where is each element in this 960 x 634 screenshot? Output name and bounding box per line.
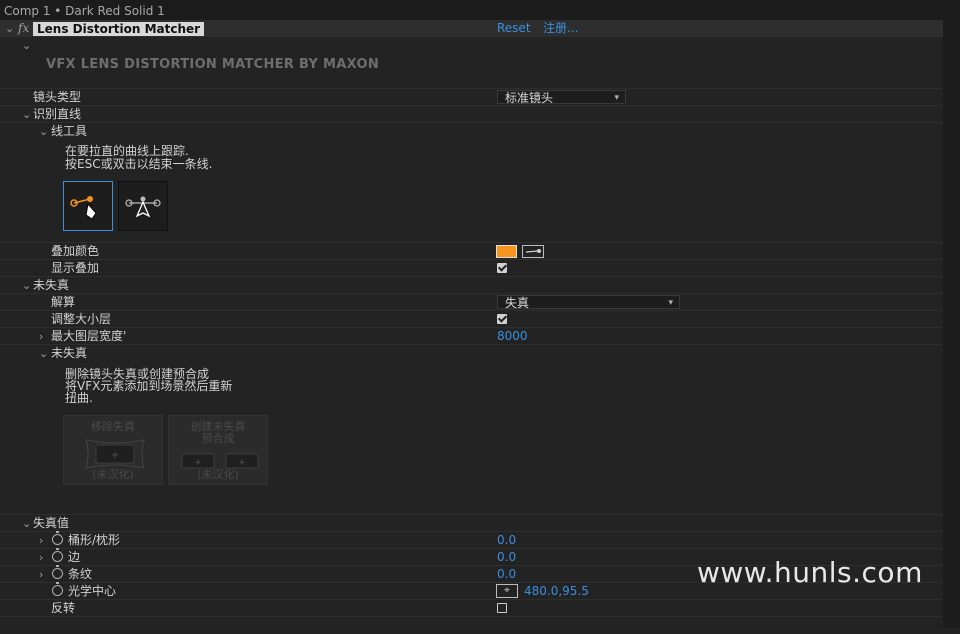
eyedropper-button[interactable] <box>522 245 544 258</box>
undistort-sub-label: 未失真 <box>51 346 88 360</box>
chevron-down-icon[interactable]: ⌄ <box>22 277 31 294</box>
scrollbar[interactable] <box>943 20 960 628</box>
chevron-down-icon[interactable]: ⌄ <box>39 345 48 362</box>
window-title: Comp 1 • Dark Red Solid 1 <box>4 4 165 18</box>
effect-header[interactable]: ⌄ fx Lens Distortion Matcher Reset 注册... <box>0 20 943 37</box>
overlay-color-label: 叠加颜色 <box>51 244 100 258</box>
brand-banner: VFX LENS DISTORTION MATCHER BY MAXON <box>46 57 380 72</box>
line-tool-instruction-2: 按ESC或双击以结束一条线. <box>65 157 213 171</box>
optical-center-label: 光学中心 <box>68 584 117 598</box>
window-title-bar: Comp 1 • Dark Red Solid 1 <box>0 0 960 20</box>
barrel-label: 桶形/枕形 <box>68 533 121 547</box>
chevron-right-icon[interactable]: › <box>39 532 43 549</box>
create-undistorted-precomp-button[interactable]: 创建未失真 预合成 + + (未汉化) <box>168 415 268 485</box>
lens-type-dropdown[interactable]: 标准镜头 ▾ <box>497 90 626 105</box>
register-button[interactable]: 注册... <box>543 20 578 37</box>
row-identify-lines[interactable]: ⌄ 识别直线 <box>0 105 943 123</box>
row-invert: 反转 <box>0 599 943 617</box>
solve-value: 失真 <box>505 296 530 310</box>
stopwatch-icon[interactable] <box>52 548 63 562</box>
solve-dropdown[interactable]: 失真 ▾ <box>497 295 680 310</box>
undistort-label: 未失真 <box>33 278 70 292</box>
show-overlay-checkbox[interactable] <box>497 263 507 273</box>
remove-distortion-icon: + <box>85 439 145 469</box>
distortion-values-label: 失真值 <box>33 516 70 530</box>
row-undistort[interactable]: ⌄ 未失真 <box>0 276 943 294</box>
stopwatch-icon[interactable] <box>52 565 63 579</box>
invert-checkbox[interactable] <box>497 603 507 613</box>
resize-layer-checkbox[interactable] <box>497 314 507 324</box>
identify-lines-label: 识别直线 <box>33 107 82 121</box>
row-lens-type: 镜头类型 标准镜头 ▾ <box>0 88 943 106</box>
row-solve: 解算 失真 ▾ <box>0 293 943 311</box>
create-undistorted-note: (未汉化) <box>197 468 239 481</box>
svg-text:+: + <box>111 450 119 461</box>
row-distortion-values[interactable]: ⌄ 失真值 <box>0 514 943 532</box>
chevron-right-icon[interactable]: › <box>39 566 43 583</box>
lens-type-value: 标准镜头 <box>505 91 554 105</box>
chevron-down-icon[interactable]: ⌄ <box>22 37 31 54</box>
remove-distortion-label: 移除失真 <box>91 420 135 433</box>
create-undistorted-line-2: 预合成 <box>201 432 235 445</box>
edge-value[interactable]: 0.0 <box>497 549 516 566</box>
stripe-label: 条纹 <box>68 567 93 581</box>
watermark: www.hunls.com <box>697 556 923 589</box>
crosshair-icon[interactable]: ⌖ <box>496 584 518 598</box>
fx-icon[interactable]: fx <box>18 20 29 37</box>
row-max-layer-width: › 最大图层宽度' 8000 <box>0 327 943 345</box>
optical-center-value[interactable]: 480.0,95.5 <box>524 583 589 600</box>
chevron-down-icon[interactable]: ⌄ <box>22 515 31 532</box>
undistort-desc-3: 扭曲. <box>65 391 93 405</box>
chevron-right-icon[interactable]: › <box>39 328 43 345</box>
row-resize-layer: 调整大小层 <box>0 310 943 328</box>
max-layer-width-value[interactable]: 8000 <box>497 328 528 345</box>
effect-name[interactable]: Lens Distortion Matcher <box>33 22 205 36</box>
remove-distortion-button[interactable]: 移除失真 + (未汉化) <box>63 415 163 485</box>
svg-text:+: + <box>194 458 202 468</box>
row-line-tool[interactable]: ⌄ 线工具 <box>0 122 943 140</box>
select-tool-button[interactable] <box>118 181 168 231</box>
barrel-value[interactable]: 0.0 <box>497 532 516 549</box>
invert-label: 反转 <box>51 601 76 615</box>
solve-label: 解算 <box>51 295 76 309</box>
max-layer-width-label: 最大图层宽度' <box>51 329 127 343</box>
select-tool-icon <box>125 196 161 218</box>
chevron-right-icon[interactable]: › <box>39 549 43 566</box>
chevron-down-icon[interactable]: ⌄ <box>5 20 14 37</box>
line-tool-label: 线工具 <box>51 124 88 138</box>
reset-button[interactable]: Reset <box>497 20 531 37</box>
overlay-color-swatch[interactable] <box>496 245 517 258</box>
row-barrel: › 桶形/枕形 0.0 <box>0 531 943 549</box>
svg-text:+: + <box>238 458 246 468</box>
chevron-down-icon: ▾ <box>668 298 673 308</box>
chevron-down-icon[interactable]: ⌄ <box>39 123 48 140</box>
row-divider <box>0 616 943 634</box>
row-show-overlay: 显示叠加 <box>0 259 943 277</box>
stopwatch-icon[interactable] <box>52 582 63 596</box>
remove-distortion-note: (未汉化) <box>92 468 134 481</box>
chevron-down-icon: ▾ <box>614 93 619 103</box>
row-undistort-sub[interactable]: ⌄ 未失真 <box>0 344 943 362</box>
lens-type-label: 镜头类型 <box>33 90 82 104</box>
show-overlay-label: 显示叠加 <box>51 261 100 275</box>
stripe-value[interactable]: 0.0 <box>497 566 516 583</box>
eyedropper-icon <box>525 249 541 253</box>
pen-tool-icon <box>70 196 97 220</box>
resize-layer-label: 调整大小层 <box>51 312 112 326</box>
row-overlay-color: 叠加颜色 <box>0 242 943 260</box>
stopwatch-icon[interactable] <box>52 531 63 545</box>
edge-label: 边 <box>68 550 81 564</box>
pen-tool-button[interactable] <box>63 181 113 231</box>
chevron-down-icon[interactable]: ⌄ <box>22 106 31 123</box>
create-undistorted-label: 创建未失真 预合成 <box>169 421 267 445</box>
